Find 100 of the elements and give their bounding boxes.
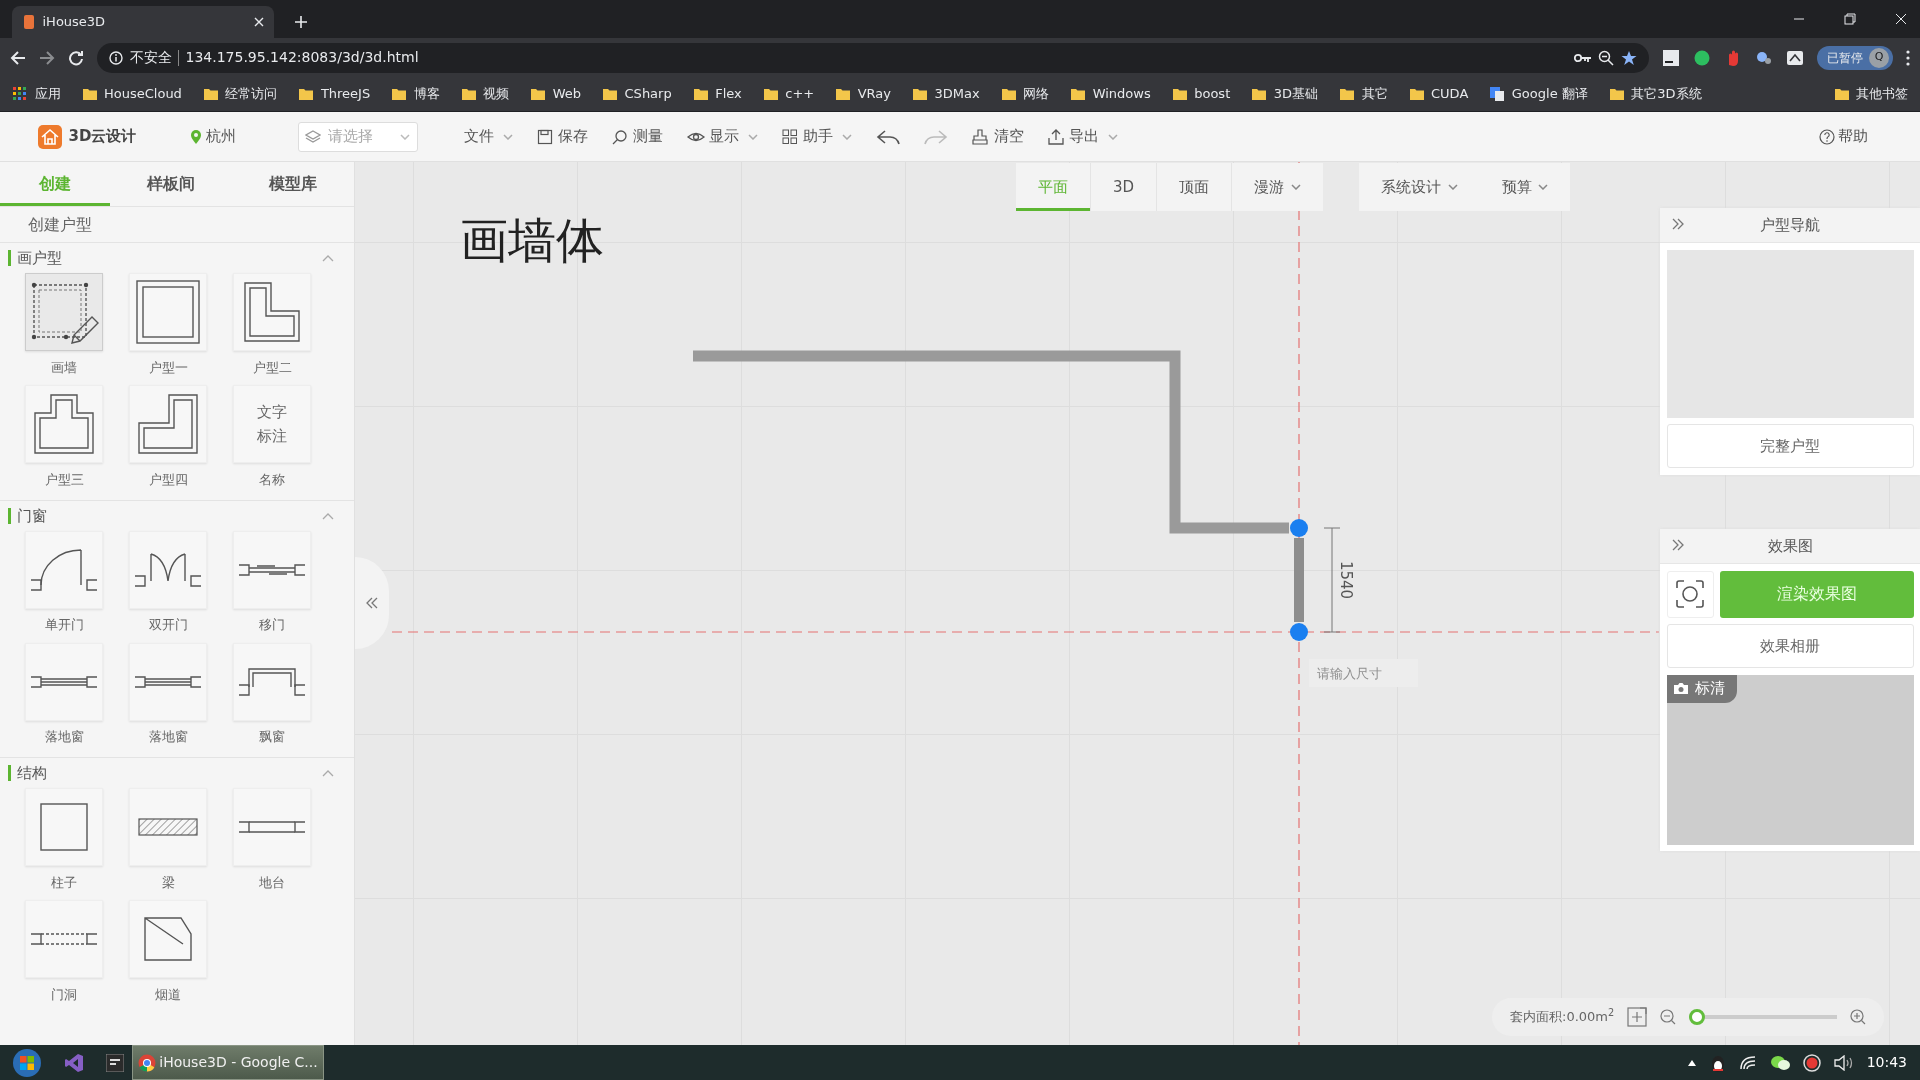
- logo-icon: [38, 124, 62, 149]
- volume-icon[interactable]: [1833, 1054, 1854, 1071]
- bookmark[interactable]: 3DMax: [912, 84, 980, 104]
- bookmark[interactable]: 其它3D系统: [1608, 84, 1702, 104]
- back-icon[interactable]: [10, 49, 26, 66]
- menu-item[interactable]: 助手: [781, 125, 853, 148]
- double-chevron-right-icon[interactable]: [1672, 218, 1684, 230]
- up-arrow-icon[interactable]: [1686, 1058, 1697, 1067]
- zoom-icon[interactable]: [1598, 49, 1614, 66]
- upload-icon: [1047, 128, 1066, 145]
- sidebar-tab[interactable]: 模型库: [232, 162, 354, 207]
- bookmark[interactable]: 视频: [460, 84, 510, 104]
- bookmark[interactable]: Google 翻译: [1489, 84, 1588, 104]
- bookmark[interactable]: 其他书签: [1833, 84, 1908, 104]
- browser-tab[interactable]: iHouse3D: [12, 6, 274, 38]
- album-button[interactable]: 效果相册: [1666, 624, 1914, 668]
- bookmark[interactable]: HouseCloud: [81, 84, 182, 104]
- window-icon: [134, 675, 202, 688]
- menu-item[interactable]: 文件: [463, 125, 513, 148]
- folder-icon: [1070, 86, 1087, 102]
- menu-item[interactable]: 测量: [612, 125, 664, 148]
- dashed-gap-icon: [30, 933, 98, 945]
- zoom-in-icon[interactable]: [1850, 1009, 1866, 1025]
- quality-badge[interactable]: 标清: [1666, 674, 1737, 703]
- window-icon: [30, 675, 98, 688]
- menu-item[interactable]: 保存: [536, 125, 589, 148]
- caret-icon: [747, 133, 758, 140]
- chat-icon[interactable]: [1769, 1054, 1790, 1071]
- extension-icon[interactable]: [1661, 48, 1680, 67]
- panel-title: 效果图: [1767, 535, 1813, 557]
- start-icon[interactable]: [12, 1047, 42, 1078]
- record-icon[interactable]: [1802, 1053, 1821, 1072]
- profile-button[interactable]: 已暂停 Q: [1816, 45, 1893, 70]
- sliding-door-icon: [238, 563, 306, 576]
- double-door-icon: [134, 552, 202, 587]
- bookmark[interactable]: boost: [1171, 84, 1231, 104]
- notched-shape-icon: [138, 394, 198, 454]
- menu-item[interactable]: 显示: [687, 125, 758, 148]
- address-bar[interactable]: 不安全 134.175.95.142:8083/3d/3d.html: [97, 42, 1649, 73]
- camera-icon: [1672, 682, 1689, 695]
- help-button[interactable]: 帮助: [1818, 125, 1868, 148]
- save-icon: [536, 128, 555, 145]
- wifi-icon[interactable]: [1738, 1054, 1757, 1071]
- full-plan-button[interactable]: 完整户型: [1666, 424, 1914, 468]
- bookmark[interactable]: 网络: [1000, 84, 1050, 104]
- tab-title: iHouse3D: [42, 13, 107, 32]
- forward-icon[interactable]: [39, 49, 55, 66]
- chrome-icon: [138, 1053, 156, 1072]
- reload-icon[interactable]: [68, 49, 84, 66]
- bookmark[interactable]: ThreeJS: [298, 84, 371, 104]
- view-menu[interactable]: 系统设计: [1359, 163, 1480, 211]
- fit-icon[interactable]: [1627, 1007, 1648, 1027]
- view-tab[interactable]: 顶面: [1157, 163, 1233, 211]
- taskbar-window[interactable]: iHouse3D - Google C...: [132, 1045, 324, 1080]
- ide-icon[interactable]: [64, 1052, 84, 1073]
- folder-icon: [762, 86, 779, 102]
- sidebar-tab[interactable]: 样板间: [110, 162, 232, 207]
- endpoint-handle[interactable]: [1290, 519, 1308, 537]
- size-input[interactable]: 请输入尺寸: [1309, 659, 1418, 687]
- menu-item[interactable]: 清空: [972, 125, 1024, 148]
- new-tab-icon[interactable]: [294, 15, 308, 29]
- extension-icon[interactable]: [1785, 48, 1804, 67]
- hatched-bar-icon: [138, 818, 198, 836]
- bookmark[interactable]: 博客: [391, 84, 440, 104]
- star-icon[interactable]: [1620, 49, 1637, 66]
- more-icon[interactable]: [1906, 49, 1910, 66]
- bookmark[interactable]: c++: [762, 84, 815, 104]
- view-tab[interactable]: 3D: [1091, 163, 1158, 211]
- folder-icon: [298, 86, 315, 102]
- endpoint-handle[interactable]: [1290, 623, 1308, 641]
- platform-icon: [238, 821, 306, 833]
- clock: 10:43: [1866, 1053, 1907, 1072]
- restore-icon[interactable]: [1844, 13, 1856, 25]
- bookmark[interactable]: 应用: [12, 84, 61, 104]
- bookmark[interactable]: Flex: [692, 84, 742, 104]
- slider-thumb[interactable]: [1689, 1009, 1706, 1025]
- bookmark[interactable]: Windows: [1070, 84, 1151, 104]
- view-menu[interactable]: 预算: [1479, 163, 1570, 211]
- tile-text: 文字标注: [256, 402, 288, 447]
- pencil-frame-icon: [29, 280, 99, 344]
- caret-icon: [1290, 184, 1301, 190]
- view-tab[interactable]: 漫游: [1232, 163, 1323, 211]
- zoom-out-icon[interactable]: [1660, 1009, 1677, 1025]
- bookmark[interactable]: VRay: [835, 84, 891, 104]
- caret-icon: [1108, 133, 1119, 140]
- app-icon[interactable]: [106, 1053, 124, 1072]
- key-icon[interactable]: [1573, 51, 1592, 64]
- close-icon[interactable]: [1895, 13, 1907, 25]
- undo-icon[interactable]: [876, 127, 901, 146]
- bookmark[interactable]: 其它: [1339, 84, 1388, 104]
- bookmark[interactable]: CUDA: [1408, 84, 1469, 104]
- menu-item[interactable]: 导出: [1047, 125, 1119, 148]
- capture-button[interactable]: [1666, 570, 1714, 618]
- bookmark[interactable]: Web: [530, 84, 582, 104]
- capture-frame-icon: [1676, 580, 1704, 608]
- double-chevron-right-icon[interactable]: [1672, 539, 1684, 551]
- bookmark[interactable]: 3D基础: [1251, 84, 1318, 104]
- bookmark[interactable]: 经常访问: [202, 84, 278, 104]
- bookmark[interactable]: CSharp: [602, 84, 672, 104]
- close-icon[interactable]: [254, 17, 264, 27]
